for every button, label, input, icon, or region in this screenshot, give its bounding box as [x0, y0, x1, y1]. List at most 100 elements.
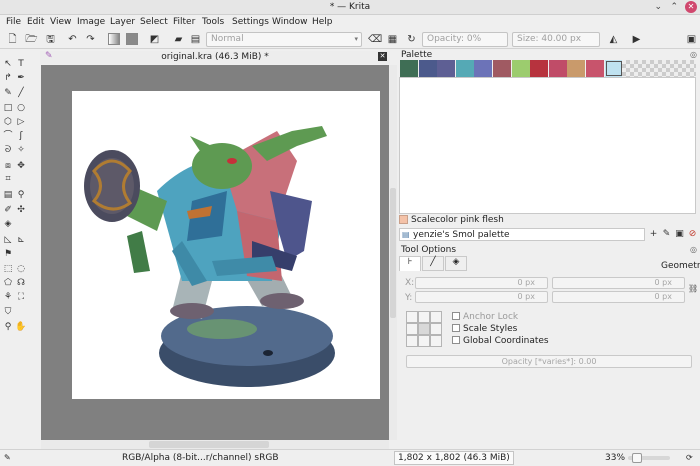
menu-select[interactable]: Select	[140, 17, 168, 27]
palette-swatch[interactable]	[455, 60, 474, 77]
tab-stroke[interactable]: ╱	[422, 256, 444, 271]
ellipse-select-icon[interactable]: ◌	[15, 263, 27, 275]
anchor-lock-checkbox[interactable]: Anchor Lock	[452, 312, 518, 322]
opacity-slider[interactable]: Opacity: 0%	[422, 32, 508, 47]
vertical-scrollbar-thumb[interactable]	[390, 188, 396, 318]
palette-swatch[interactable]	[474, 60, 493, 77]
polygon-tool-icon[interactable]: ⬡	[2, 116, 14, 128]
palette-swatch[interactable]	[586, 60, 604, 77]
reload-preset-icon[interactable]: ↻	[405, 33, 418, 46]
size-slider[interactable]: Size: 40.00 px	[512, 32, 600, 47]
gradient-tool-icon[interactable]: ▤	[2, 189, 14, 201]
similar-select-icon[interactable]: ⛶	[15, 291, 27, 303]
x-field[interactable]: 0 px	[415, 277, 548, 289]
pattern-icon[interactable]	[126, 33, 138, 45]
polygon-select-icon[interactable]: ⬠	[2, 277, 14, 289]
vertical-scrollbar[interactable]	[389, 65, 397, 440]
multibrush-icon[interactable]: ✧	[15, 144, 27, 156]
delete-swatch-icon[interactable]: ⊘	[687, 229, 698, 240]
menu-file[interactable]: File	[6, 17, 21, 27]
palette-swatch[interactable]	[548, 60, 567, 77]
palette-swatch[interactable]	[400, 60, 418, 77]
close-icon[interactable]: ✕	[685, 1, 697, 13]
horizontal-scrollbar-thumb[interactable]	[149, 441, 269, 448]
tab-fill[interactable]: ◈	[445, 256, 467, 271]
gradient-icon[interactable]	[108, 33, 120, 45]
global-coordinates-checkbox[interactable]: Global Coordinates	[452, 336, 549, 346]
fill-tool-icon[interactable]: ◈	[2, 218, 14, 230]
color-picker-icon[interactable]: ⚲	[15, 189, 27, 201]
crop-tool-icon[interactable]: ⌗	[2, 173, 14, 185]
canvas-image[interactable]	[72, 91, 380, 399]
contiguous-select-icon[interactable]: ⚘	[2, 291, 14, 303]
minimize-icon[interactable]: ⌄	[654, 2, 662, 12]
zoom-slider[interactable]	[628, 453, 670, 463]
document-tab[interactable]: ✎ original.kra (46.3 MiB) * ✕	[40, 51, 390, 64]
tab-coordinates[interactable]: ⊦	[399, 256, 421, 271]
width-field[interactable]: 0 px	[552, 277, 685, 289]
rotation-icon[interactable]: ⟳	[686, 453, 693, 462]
move-tool-icon[interactable]: ✥	[15, 160, 27, 172]
polyline-tool-icon[interactable]: ▷	[15, 116, 27, 128]
menu-image[interactable]: Image	[77, 17, 105, 27]
menu-settings[interactable]: Settings	[232, 17, 269, 27]
palette-float-icon[interactable]: ◎	[690, 50, 697, 59]
redo-icon[interactable]: ↷	[84, 33, 97, 46]
palette-swatch[interactable]	[418, 60, 437, 77]
bezier-select-icon[interactable]: ⛉	[2, 306, 14, 318]
maximize-icon[interactable]: ⌃	[670, 2, 678, 12]
rectangle-tool-icon[interactable]: □	[2, 102, 14, 114]
calligraphy-icon[interactable]: ✒	[15, 72, 27, 84]
ellipse-tool-icon[interactable]: ○	[15, 102, 27, 114]
menu-layer[interactable]: Layer	[110, 17, 135, 27]
palette-swatch[interactable]	[530, 60, 549, 77]
zoom-tool-icon[interactable]: ⚲	[2, 321, 14, 333]
fg-bg-color-icon[interactable]: ◩	[148, 33, 161, 46]
assistant-tool-icon[interactable]: ◺	[2, 234, 14, 246]
zoom-slider-handle[interactable]	[632, 453, 642, 463]
freehand-path-icon[interactable]: ʃ	[15, 130, 27, 142]
select-shapes-icon[interactable]: ↖	[2, 58, 14, 70]
edit-shapes-icon[interactable]: ↱	[2, 72, 14, 84]
scale-styles-checkbox[interactable]: Scale Styles	[452, 324, 517, 334]
brush-editor-icon[interactable]: ▤	[189, 33, 202, 46]
tool-options-float-icon[interactable]: ◎	[690, 245, 697, 254]
height-field[interactable]: 0 px	[552, 291, 685, 303]
horizontal-scrollbar[interactable]	[41, 440, 389, 449]
new-document-icon[interactable]: 🗋	[6, 33, 19, 46]
palette-empty-swatches[interactable]	[622, 60, 696, 77]
anchor-grid[interactable]	[406, 311, 443, 347]
undo-icon[interactable]: ↶	[66, 33, 79, 46]
save-icon[interactable]: 🖫	[44, 33, 57, 46]
rect-select-icon[interactable]: ⬚	[2, 263, 14, 275]
save-palette-icon[interactable]: ▣	[674, 229, 685, 240]
palette-swatch-area[interactable]	[399, 77, 696, 214]
pan-tool-icon[interactable]: ✋	[15, 321, 27, 333]
preserve-alpha-icon[interactable]: ▦	[386, 33, 399, 46]
palette-swatch[interactable]	[604, 60, 623, 77]
mirror-horizontal-icon[interactable]: ◭	[607, 33, 620, 46]
freehand-brush-icon[interactable]: ✎	[2, 87, 14, 99]
docker-toggle-icon[interactable]: ▣	[685, 33, 698, 46]
bezier-tool-icon[interactable]: ⌒	[2, 130, 14, 142]
text-tool-icon[interactable]: T	[15, 58, 27, 70]
mirror-vertical-icon[interactable]: ▶	[630, 33, 643, 46]
image-dimensions[interactable]: 1,802 x 1,802 (46.3 MiB)	[394, 451, 514, 465]
brush-preset-icon[interactable]: ✎	[4, 453, 11, 462]
link-dimensions-icon[interactable]: ⛓	[688, 284, 698, 293]
transform-tool-icon[interactable]: ⧈	[2, 160, 14, 172]
add-swatch-icon[interactable]: +	[648, 229, 659, 240]
menu-filter[interactable]: Filter	[173, 17, 195, 27]
palette-swatch[interactable]	[437, 60, 456, 77]
brush-presets-icon[interactable]: ▰	[172, 33, 185, 46]
menu-help[interactable]: Help	[312, 17, 333, 27]
edit-swatch-icon[interactable]: ✎	[661, 229, 672, 240]
close-document-icon[interactable]: ✕	[378, 52, 387, 61]
freehand-select-icon[interactable]: ☊	[15, 277, 27, 289]
open-document-icon[interactable]: 🗁	[25, 33, 38, 46]
measure-tool-icon[interactable]: ⊾	[15, 234, 27, 246]
menu-window[interactable]: Window	[272, 17, 308, 27]
dynamic-brush-icon[interactable]: ᘐ	[2, 144, 14, 156]
palette-swatch[interactable]	[511, 60, 530, 77]
colorize-mask-icon[interactable]: ✐	[2, 204, 14, 216]
